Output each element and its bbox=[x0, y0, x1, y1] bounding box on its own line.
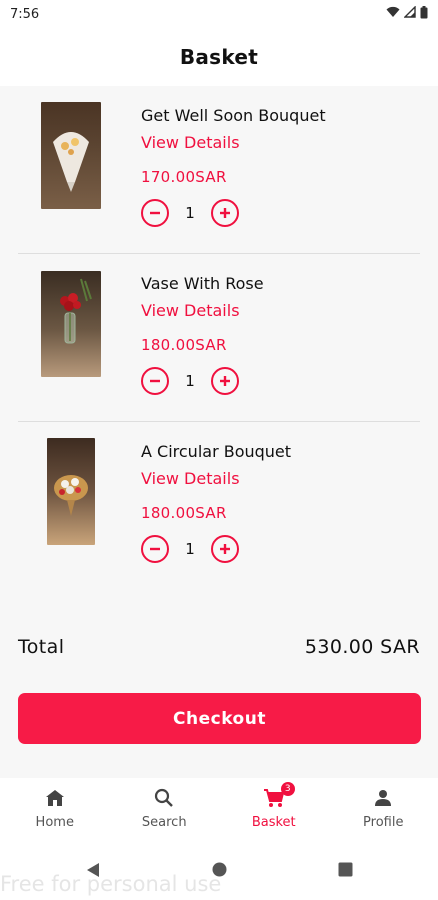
nav-label-search: Search bbox=[141, 814, 187, 830]
nav-item-profile[interactable]: Profile bbox=[329, 778, 438, 840]
quantity-value: 1 bbox=[185, 204, 195, 222]
total-row: Total 530.00 SAR bbox=[18, 636, 420, 658]
status-icons bbox=[386, 5, 428, 23]
battery-icon bbox=[420, 5, 428, 23]
increase-quantity-button[interactable] bbox=[211, 199, 239, 227]
item-name: A Circular Bouquet bbox=[141, 442, 292, 461]
decrease-quantity-button[interactable] bbox=[141, 367, 169, 395]
quantity-value: 1 bbox=[185, 372, 195, 390]
item-price: 180.00SAR bbox=[141, 504, 227, 522]
status-bar: 7:56 bbox=[0, 0, 438, 28]
basket-item: A Circular Bouquet View Details 180.00SA… bbox=[0, 422, 438, 590]
home-icon bbox=[45, 789, 65, 811]
status-time: 7:56 bbox=[10, 6, 40, 22]
product-image[interactable] bbox=[41, 271, 101, 377]
increase-quantity-button[interactable] bbox=[211, 367, 239, 395]
recents-icon[interactable] bbox=[338, 862, 353, 881]
search-icon bbox=[154, 788, 174, 812]
view-details-link[interactable]: View Details bbox=[141, 469, 240, 488]
nav-label-basket: Basket bbox=[251, 814, 296, 830]
quantity-stepper: 1 bbox=[141, 366, 239, 396]
quantity-stepper: 1 bbox=[141, 198, 239, 228]
item-price: 180.00SAR bbox=[141, 336, 227, 354]
total-label: Total bbox=[18, 636, 65, 658]
nav-label-home: Home bbox=[35, 814, 74, 830]
plus-icon bbox=[220, 208, 230, 218]
bottom-nav: Home Search 3 Basket Profile bbox=[0, 778, 438, 840]
signal-icon bbox=[403, 5, 416, 22]
product-image[interactable] bbox=[47, 438, 95, 545]
page-title: Basket bbox=[179, 45, 259, 69]
minus-icon bbox=[150, 211, 160, 215]
app-header: Basket bbox=[0, 28, 438, 86]
watermark: Free for personal use bbox=[0, 872, 222, 896]
cart-count-badge: 3 bbox=[280, 781, 295, 796]
checkout-button[interactable]: Checkout bbox=[18, 693, 421, 744]
decrease-quantity-button[interactable] bbox=[141, 199, 169, 227]
minus-icon bbox=[150, 547, 160, 551]
nav-item-home[interactable]: Home bbox=[0, 778, 110, 840]
item-name: Vase With Rose bbox=[141, 274, 264, 293]
view-details-link[interactable]: View Details bbox=[141, 133, 240, 152]
basket-item: Vase With Rose View Details 180.00SAR 1 bbox=[0, 254, 438, 422]
nav-item-search[interactable]: Search bbox=[110, 778, 220, 840]
nav-item-basket[interactable]: 3 Basket bbox=[219, 778, 329, 840]
minus-icon bbox=[150, 379, 160, 383]
basket-item: Get Well Soon Bouquet View Details 170.0… bbox=[0, 86, 438, 254]
plus-icon bbox=[220, 376, 230, 386]
basket-list: Get Well Soon Bouquet View Details 170.0… bbox=[0, 86, 438, 778]
view-details-link[interactable]: View Details bbox=[141, 301, 240, 320]
increase-quantity-button[interactable] bbox=[211, 535, 239, 563]
quantity-stepper: 1 bbox=[141, 534, 239, 564]
product-image[interactable] bbox=[41, 102, 101, 209]
item-name: Get Well Soon Bouquet bbox=[141, 106, 326, 125]
plus-icon bbox=[220, 544, 230, 554]
total-value: 530.00 SAR bbox=[304, 636, 420, 658]
item-price: 170.00SAR bbox=[141, 168, 227, 186]
quantity-value: 1 bbox=[185, 540, 195, 558]
wifi-icon bbox=[386, 6, 400, 22]
decrease-quantity-button[interactable] bbox=[141, 535, 169, 563]
person-icon bbox=[373, 788, 393, 812]
nav-label-profile: Profile bbox=[363, 814, 404, 830]
